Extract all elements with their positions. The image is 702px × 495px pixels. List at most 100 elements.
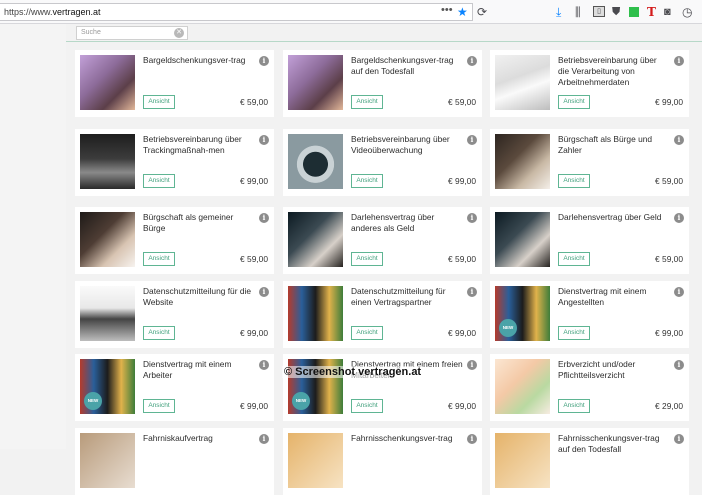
info-icon[interactable]: i <box>674 287 684 297</box>
view-button[interactable]: Ansicht <box>143 95 175 109</box>
product-title[interactable]: Datenschutzmitteilung für die Website <box>143 286 255 308</box>
product-card[interactable]: Bürgschaft als Bürge und Zahler i Ansicht €… <box>490 129 689 196</box>
product-thumbnail[interactable] <box>495 433 550 488</box>
product-card[interactable]: Bargeldschenkungsver-trag i Ansicht € 59,00 <box>75 50 274 117</box>
view-button[interactable]: Ansicht <box>558 174 590 188</box>
info-icon[interactable]: i <box>674 56 684 66</box>
product-card[interactable]: Erbverzicht und/oder Pflichtteilsverzich… <box>490 354 689 421</box>
product-card[interactable]: Bargeldschenkungsver-trag auf den Todesf… <box>283 50 482 117</box>
view-button[interactable]: Ansicht <box>143 399 175 413</box>
product-title[interactable]: Erbverzicht und/oder Pflichtteilsverzich… <box>558 359 670 381</box>
info-icon[interactable]: i <box>467 213 477 223</box>
url-text[interactable]: https://www.vertragen.at <box>4 7 101 17</box>
info-icon[interactable]: i <box>259 434 269 444</box>
info-icon[interactable]: i <box>467 135 477 145</box>
product-thumbnail[interactable] <box>288 433 343 488</box>
product-title[interactable]: Bürgschaft als Bürge und Zahler <box>558 134 670 156</box>
product-card[interactable]: Fahrnisschenkungsver-trag auf den Todesf… <box>490 428 689 495</box>
view-button[interactable]: Ansicht <box>351 252 383 266</box>
clock-icon[interactable]: ◷ <box>682 4 692 20</box>
view-button[interactable]: Ansicht <box>351 174 383 188</box>
info-icon[interactable]: i <box>467 56 477 66</box>
product-thumbnail[interactable] <box>80 55 135 110</box>
product-thumbnail[interactable] <box>288 286 343 341</box>
product-thumbnail[interactable] <box>80 212 135 267</box>
info-icon[interactable]: i <box>259 56 269 66</box>
sidebar-icon[interactable]: ▯ <box>593 6 605 17</box>
info-icon[interactable]: i <box>259 360 269 370</box>
info-icon[interactable]: i <box>674 213 684 223</box>
view-button[interactable]: Ansicht <box>558 399 590 413</box>
product-title[interactable]: Datenschutzmitteilung für einen Vertrags… <box>351 286 463 308</box>
reload-icon[interactable]: ⟳ <box>477 4 487 20</box>
info-icon[interactable]: i <box>467 434 477 444</box>
product-card[interactable]: Darlehensvertrag über anderes als Geld i A… <box>283 207 482 274</box>
address-bar[interactable]: https://www.vertragen.at ••• ★ <box>0 3 473 21</box>
product-thumbnail[interactable] <box>495 212 550 267</box>
ghost-extension-icon[interactable]: ◙ <box>664 4 671 20</box>
star-icon[interactable]: ★ <box>457 5 468 19</box>
product-title[interactable]: Fahrnisschenkungsver-trag auf den Todesf… <box>558 433 670 455</box>
product-card[interactable]: Fahrnisschenkungsver-trag i <box>283 428 482 495</box>
product-card[interactable]: Bürgschaft als gemeiner Bürge i Ansicht € 5… <box>75 207 274 274</box>
product-card[interactable]: Darlehensvertrag über Geld i Ansicht € 59,0… <box>490 207 689 274</box>
product-title[interactable]: Betriebsvereinbarung über Videoüberwachu… <box>351 134 463 156</box>
product-thumbnail[interactable] <box>495 134 550 189</box>
info-icon[interactable]: i <box>674 135 684 145</box>
product-card[interactable]: Betriebsvereinbarung über Trackingmaßnah… <box>75 129 274 196</box>
view-button[interactable]: Ansicht <box>558 95 590 109</box>
green-extension-icon[interactable] <box>629 7 639 17</box>
download-icon[interactable]: ⤓ <box>556 4 561 20</box>
product-card[interactable]: Fahrniskaufvertrag i <box>75 428 274 495</box>
info-icon[interactable]: i <box>259 135 269 145</box>
view-button[interactable]: Ansicht <box>351 326 383 340</box>
product-title[interactable]: Betriebsvereinbarung über die Verarbeitu… <box>558 55 670 88</box>
product-title[interactable]: Fahrnisschenkungsver-trag <box>351 433 463 444</box>
view-button[interactable]: Ansicht <box>558 252 590 266</box>
view-button[interactable]: Ansicht <box>558 326 590 340</box>
view-button[interactable]: Ansicht <box>143 252 175 266</box>
product-card[interactable]: NEW Dienstvertrag mit einem Angestellten i… <box>490 281 689 348</box>
product-thumbnail[interactable] <box>495 359 550 414</box>
product-title[interactable]: Dienstvertrag mit einem Angestellten <box>558 286 670 308</box>
product-title[interactable]: Betriebsvereinbarung über Trackingmaßnah… <box>143 134 255 156</box>
product-thumbnail[interactable] <box>495 55 550 110</box>
library-icon[interactable]: ⫼ <box>575 4 581 20</box>
search-input[interactable]: Suche ✕ <box>76 26 188 40</box>
product-card[interactable]: Datenschutzmitteilung für einen Vertrags… <box>283 281 482 348</box>
product-thumbnail[interactable] <box>80 286 135 341</box>
view-button[interactable]: Ansicht <box>351 399 383 413</box>
info-icon[interactable]: i <box>674 360 684 370</box>
product-title[interactable]: Bürgschaft als gemeiner Bürge <box>143 212 255 234</box>
product-title[interactable]: Darlehensvertrag über Geld <box>558 212 670 223</box>
view-button[interactable]: Ansicht <box>143 174 175 188</box>
product-thumbnail[interactable] <box>80 433 135 488</box>
clear-icon[interactable]: ✕ <box>174 28 184 38</box>
info-icon[interactable]: i <box>467 287 477 297</box>
shield-icon[interactable]: ⛊ <box>612 4 620 20</box>
product-card[interactable]: Betriebsvereinbarung über Videoüberwachu… <box>283 129 482 196</box>
product-title[interactable]: Bargeldschenkungsver-trag auf den Todesf… <box>351 55 463 77</box>
product-card[interactable]: Betriebsvereinbarung über die Verarbeitu… <box>490 50 689 117</box>
info-icon[interactable]: i <box>259 287 269 297</box>
product-thumbnail[interactable] <box>288 212 343 267</box>
product-card[interactable]: NEW Dienstvertrag mit einem Arbeiter i Ansi… <box>75 354 274 421</box>
t-extension-icon[interactable]: T <box>647 4 656 20</box>
product-title[interactable]: Dienstvertrag mit einem Arbeiter <box>143 359 255 381</box>
product-title[interactable]: Bargeldschenkungsver-trag <box>143 55 255 66</box>
view-button[interactable]: Ansicht <box>351 95 383 109</box>
product-thumbnail[interactable]: NEW <box>80 359 135 414</box>
product-thumbnail[interactable] <box>288 134 343 189</box>
product-thumbnail[interactable] <box>80 134 135 189</box>
view-button[interactable]: Ansicht <box>143 326 175 340</box>
info-icon[interactable]: i <box>259 213 269 223</box>
product-title[interactable]: Fahrniskaufvertrag <box>143 433 255 444</box>
product-thumbnail[interactable] <box>288 55 343 110</box>
more-dots-icon[interactable]: ••• <box>441 4 453 16</box>
product-title[interactable]: Darlehensvertrag über anderes als Geld <box>351 212 463 234</box>
info-icon[interactable]: i <box>674 434 684 444</box>
product-card[interactable]: NEWDienstvertrag mit einem freien Mitarb… <box>283 354 482 421</box>
product-thumbnail[interactable]: NEW <box>495 286 550 341</box>
info-icon[interactable]: i <box>467 360 477 370</box>
product-card[interactable]: Datenschutzmitteilung für die Website i An… <box>75 281 274 348</box>
